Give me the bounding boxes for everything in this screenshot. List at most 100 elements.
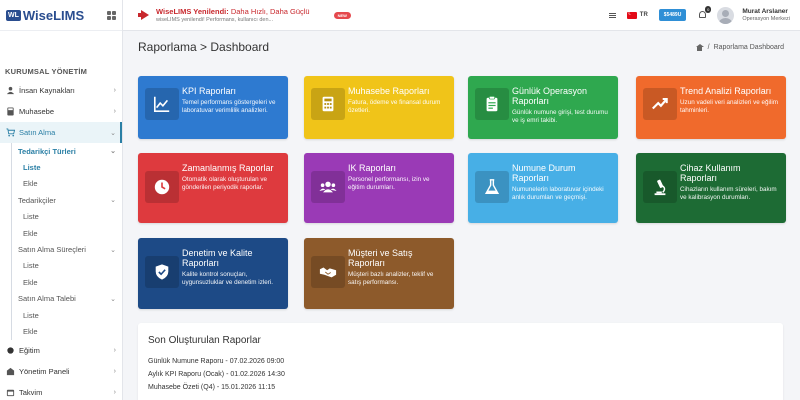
logo[interactable]: WL WiseLIMS	[6, 8, 84, 23]
recent-report-item[interactable]: Muhasebe Özeti (Q4) - 15.01.2026 11:15	[148, 381, 773, 394]
submenu-link-liste[interactable]: Liste	[0, 209, 122, 225]
clipboard-icon	[475, 88, 509, 120]
microscope-icon	[643, 171, 677, 203]
balance-button[interactable]: $5489U	[658, 9, 687, 21]
trend-up-icon	[643, 88, 677, 120]
apps-grid-icon[interactable]	[107, 10, 116, 20]
card-kpi-raporlari[interactable]: KPI Raporları Temel performans göstergel…	[138, 76, 288, 139]
submenu-label: Tedarikçi Türleri	[18, 146, 76, 156]
submenu-label: Satın Alma Süreçleri	[18, 245, 86, 255]
home-icon[interactable]	[695, 43, 704, 51]
chevron-down-icon: ⌄	[110, 129, 116, 137]
recent-reports-title: Son Oluşturulan Raporlar	[148, 335, 261, 346]
submenu-link-liste[interactable]: Liste	[0, 258, 122, 274]
chevron-down-icon: ⌄	[110, 197, 116, 205]
submenu-link-ekle[interactable]: Ekle	[0, 225, 122, 241]
turkey-flag-icon[interactable]	[626, 10, 637, 19]
users-icon	[6, 86, 15, 95]
card-ik-raporlari[interactable]: IK Raporları Personel performansı, izin …	[304, 153, 454, 223]
submenu-label: Satın Alma Talebi	[18, 294, 76, 304]
card-desc: Günlük numune girişi, test durumu ve iş …	[512, 109, 608, 124]
submenu-tedarikci-turleri[interactable]: Tedarikçi Türleri ⌄	[0, 143, 122, 159]
notifications-button[interactable]: 0	[697, 6, 712, 20]
chevron-down-icon: ⌄	[110, 246, 116, 254]
card-muhasebe-raporlari[interactable]: Muhasebe Raporları Fatura, ödeme ve fina…	[304, 76, 454, 139]
card-zamanlanmis-raporlar[interactable]: Zamanlanmış Raporlar Otomatik olarak olu…	[138, 153, 288, 223]
user-info[interactable]: Murat Arslaner Operasyon Merkezi	[742, 8, 790, 22]
page-header: Raporlama > Dashboard / Raporlama Dashbo…	[138, 38, 784, 56]
card-title: Muhasebe Raporları	[348, 86, 430, 96]
handshake-icon	[311, 256, 345, 288]
card-title: Denetim ve Kalite Raporları	[182, 248, 253, 268]
card-title: Günlük Operasyon Raporları	[512, 86, 588, 106]
breadcrumb: / Raporlama Dashboard	[695, 43, 784, 51]
card-desc: Cihazların kullanım süreleri, bakım ve k…	[680, 186, 777, 201]
sidebar-item-egitim[interactable]: Eğitim ›	[0, 340, 122, 361]
sidebar-item-yonetim-paneli[interactable]: Yönetim Paneli ›	[0, 361, 122, 382]
avatar[interactable]	[717, 6, 735, 24]
chevron-right-icon: ›	[113, 367, 116, 375]
card-desc: Temel performans göstergeleri ve laborat…	[182, 99, 276, 114]
language-selector[interactable]: TR	[640, 12, 648, 18]
submenu-link-ekle[interactable]: Ekle	[0, 176, 122, 192]
chevron-right-icon: ›	[113, 108, 116, 115]
card-cihaz-kullanim-raporlari[interactable]: Cihaz Kullanım Raporları Cihazların kull…	[636, 153, 786, 223]
satin-alma-submenu: Tedarikçi Türleri ⌄ Liste Ekle Tedarikçi…	[0, 143, 122, 340]
card-desc: Müşteri bazlı analizler, teklif ve satış…	[348, 271, 434, 286]
chevron-right-icon: ›	[113, 87, 116, 94]
sidebar: WL WiseLIMS KURUMSAL YÖNETİM İnsan Kayna…	[0, 0, 123, 400]
sidebar-item-takvim[interactable]: Takvim ›	[0, 382, 122, 400]
submenu-satin-alma-surecleri[interactable]: Satın Alma Süreçleri ⌄	[0, 241, 122, 257]
announcement-text: WiseLIMS Yenilendi: Daha Hızlı, Daha Güç…	[156, 7, 310, 23]
megaphone-icon	[138, 10, 150, 20]
notification-count: 0	[705, 6, 712, 13]
announcement-desc: wiseLIMS yenilendi! Performans, kullanıc…	[156, 17, 274, 23]
nav-section-title: KURUMSAL YÖNETİM	[5, 67, 88, 76]
sidebar-item-muhasebe[interactable]: Muhasebe ›	[0, 101, 122, 122]
chevron-down-icon: ⌄	[110, 295, 116, 303]
new-badge: NEW	[333, 11, 351, 19]
submenu-link-ekle[interactable]: Ekle	[0, 274, 122, 290]
logo-badge: WL	[6, 9, 21, 21]
breadcrumb-separator: /	[707, 43, 710, 51]
sidebar-nav-bottom: Eğitim › Yönetim Paneli › Takvim ›	[0, 340, 122, 400]
announcement-title: WiseLIMS Yenilendi: Daha Hızlı, Daha Güç…	[156, 7, 310, 16]
clock-icon	[145, 171, 179, 203]
submenu-tedarikciler[interactable]: Tedarikçiler ⌄	[0, 192, 122, 208]
sidebar-item-label: Muhasebe	[19, 107, 55, 116]
recent-report-item[interactable]: Günlük Numune Raporu - 07.02.2026 09:00	[148, 355, 773, 368]
sidebar-item-satin-alma[interactable]: Satın Alma ⌄	[0, 122, 122, 143]
card-gunluk-operasyon-raporlari[interactable]: Günlük Operasyon Raporları Günlük numune…	[468, 76, 618, 139]
team-icon	[311, 171, 345, 203]
menu-icon[interactable]	[608, 12, 616, 18]
chart-line-icon	[145, 88, 179, 120]
submenu-link-ekle[interactable]: Ekle	[0, 323, 122, 339]
card-title: KPI Raporları	[182, 86, 237, 96]
sidebar-item-insan-kaynaklari[interactable]: İnsan Kaynakları ›	[0, 80, 122, 101]
announcement[interactable]: WiseLIMS Yenilendi: Daha Hızlı, Daha Güç…	[138, 7, 351, 23]
shield-check-icon	[145, 256, 179, 288]
card-numune-durum-raporlari[interactable]: Numune Durum Raporları Numunelerin labor…	[468, 153, 618, 223]
recent-report-item[interactable]: Aylık KPI Raporu (Ocak) - 01.02.2026 14:…	[148, 368, 773, 381]
card-musteri-ve-satis-raporlari[interactable]: Müşteri ve Satış Raporları Müşteri bazlı…	[304, 238, 454, 309]
dashboard-icon	[6, 367, 15, 376]
card-trend-analizi-raporlari[interactable]: Trend Analizi Raporları Uzun vadeli veri…	[636, 76, 786, 139]
calculator-icon	[311, 88, 345, 120]
announcement-title-bold: WiseLIMS Yenilendi:	[156, 7, 229, 16]
sidebar-item-label: Eğitim	[19, 345, 40, 355]
card-desc: Otomatik olarak oluşturulan ve gönderile…	[182, 176, 268, 191]
card-denetim-ve-kalite-raporlari[interactable]: Denetim ve Kalite Raporları Kalite kontr…	[138, 238, 288, 309]
card-desc: Fatura, ödeme ve finansal durum özetleri…	[348, 99, 441, 114]
sidebar-item-label: Takvim	[19, 387, 43, 397]
card-title: Cihaz Kullanım Raporları	[680, 163, 741, 183]
page-title: Raporlama > Dashboard	[138, 40, 270, 54]
card-desc: Personel performansı, izin ve eğitim dur…	[348, 176, 430, 191]
submenu-link-liste[interactable]: Liste	[0, 307, 122, 323]
card-title: Müşteri ve Satış Raporları	[348, 248, 413, 268]
submenu-link-liste[interactable]: Liste	[0, 159, 122, 175]
calculator-icon	[6, 107, 15, 116]
submenu-satin-alma-talebi[interactable]: Satın Alma Talebi ⌄	[0, 291, 122, 307]
card-title: Numune Durum Raporları	[512, 163, 576, 183]
flask-icon	[475, 171, 509, 203]
sidebar-item-label: Yönetim Paneli	[19, 366, 70, 376]
